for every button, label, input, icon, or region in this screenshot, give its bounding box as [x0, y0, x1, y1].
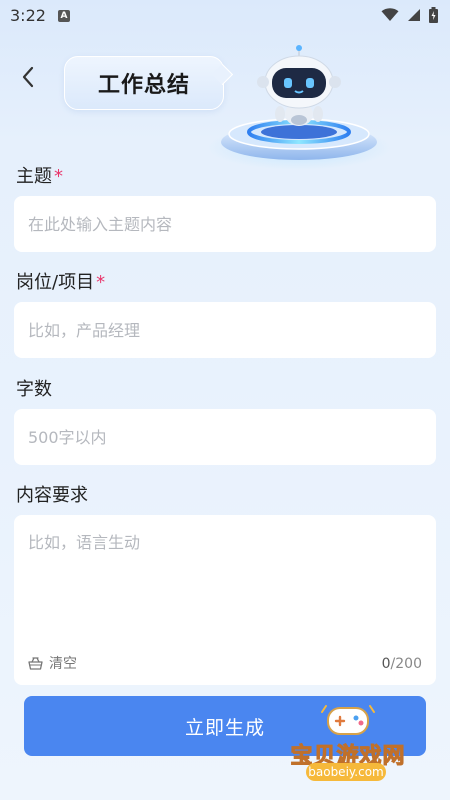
requirements-field-box: 清空 0/200 — [14, 515, 436, 685]
wifi-icon — [381, 8, 399, 21]
title-bubble: 工作总结 — [64, 56, 224, 110]
status-bar: 3:22 A — [0, 0, 450, 32]
chevron-left-icon — [22, 66, 34, 88]
word-count-label: 字数 — [16, 375, 52, 401]
position-required-mark: * — [96, 272, 106, 293]
word-count-label-text: 字数 — [16, 379, 52, 400]
position-label: 岗位/项目 * — [16, 268, 105, 294]
word-count-field-box — [14, 409, 436, 465]
back-button[interactable] — [14, 62, 42, 92]
char-counter: 0/200 — [382, 656, 422, 672]
battery-icon — [429, 7, 438, 23]
status-time: 3:22 — [10, 6, 46, 25]
requirements-label-text: 内容要求 — [16, 485, 88, 506]
status-indicators — [381, 7, 438, 23]
char-count-max: /200 — [390, 656, 422, 672]
requirements-label: 内容要求 — [16, 481, 88, 507]
notification-a-icon: A — [58, 10, 70, 22]
word-count-input[interactable] — [14, 409, 436, 465]
topic-label-text: 主题 — [16, 166, 52, 187]
requirements-textarea[interactable] — [14, 515, 436, 635]
topic-required-mark: * — [54, 166, 63, 187]
clear-label: 清空 — [49, 656, 77, 672]
topic-label: 主题 * — [16, 162, 63, 188]
robot-illustration-icon — [207, 45, 391, 170]
topic-input[interactable] — [14, 196, 436, 252]
topic-field-box — [14, 196, 436, 252]
clear-button[interactable]: 清空 — [28, 653, 77, 673]
position-input[interactable] — [14, 302, 436, 358]
char-count-current: 0 — [381, 656, 391, 672]
clear-basket-icon — [28, 657, 43, 670]
position-label-text: 岗位/项目 — [16, 272, 95, 293]
position-field-box — [14, 302, 436, 358]
generate-button[interactable]: 立即生成 — [24, 696, 426, 756]
watermark-url: baobeiy.com — [306, 763, 386, 781]
page-title: 工作总结 — [97, 73, 190, 98]
signal-icon — [408, 9, 420, 21]
